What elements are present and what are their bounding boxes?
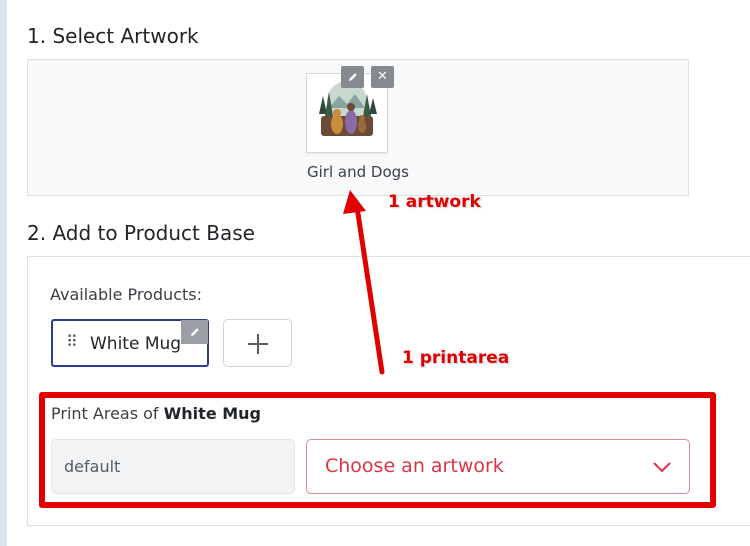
available-products-label: Available Products: [50,285,202,304]
product-chip-label: White Mug [90,334,182,354]
page-edge [0,0,7,546]
edit-product-button[interactable] [181,320,208,344]
close-icon: ✕ [377,69,388,84]
chevron-down-icon [653,462,671,473]
pencil-icon [190,328,199,336]
add-product-button[interactable] [223,319,292,367]
print-area-name: default [64,457,121,476]
artwork-name: Girl and Dogs [307,163,409,181]
plus-icon [248,334,268,354]
print-areas-section: Print Areas of White Mug default Choose … [40,391,720,511]
remove-artwork-button[interactable]: ✕ [371,66,394,88]
choose-artwork-select[interactable]: Choose an artwork [306,439,690,494]
product-base-panel: Available Products: ⠿ White Mug Print Ar… [27,256,750,526]
section-title-select-artwork: 1. Select Artwork [27,24,199,48]
edit-artwork-button[interactable] [341,66,364,88]
annotation-artwork-label: 1 artwork [388,192,481,212]
product-chip-white-mug[interactable]: ⠿ White Mug [51,319,209,367]
annotation-printarea-label: 1 printarea [402,348,510,368]
print-areas-title: Print Areas of White Mug [51,404,261,423]
choose-artwork-placeholder: Choose an artwork [325,455,504,477]
drag-handle-icon[interactable]: ⠿ [66,332,78,351]
artwork-selection-area: ✕ Girl and Dogs [27,59,689,196]
pencil-icon [348,73,357,81]
print-area-name-field: default [51,439,295,494]
section-title-add-to-product-base: 2. Add to Product Base [27,221,255,245]
